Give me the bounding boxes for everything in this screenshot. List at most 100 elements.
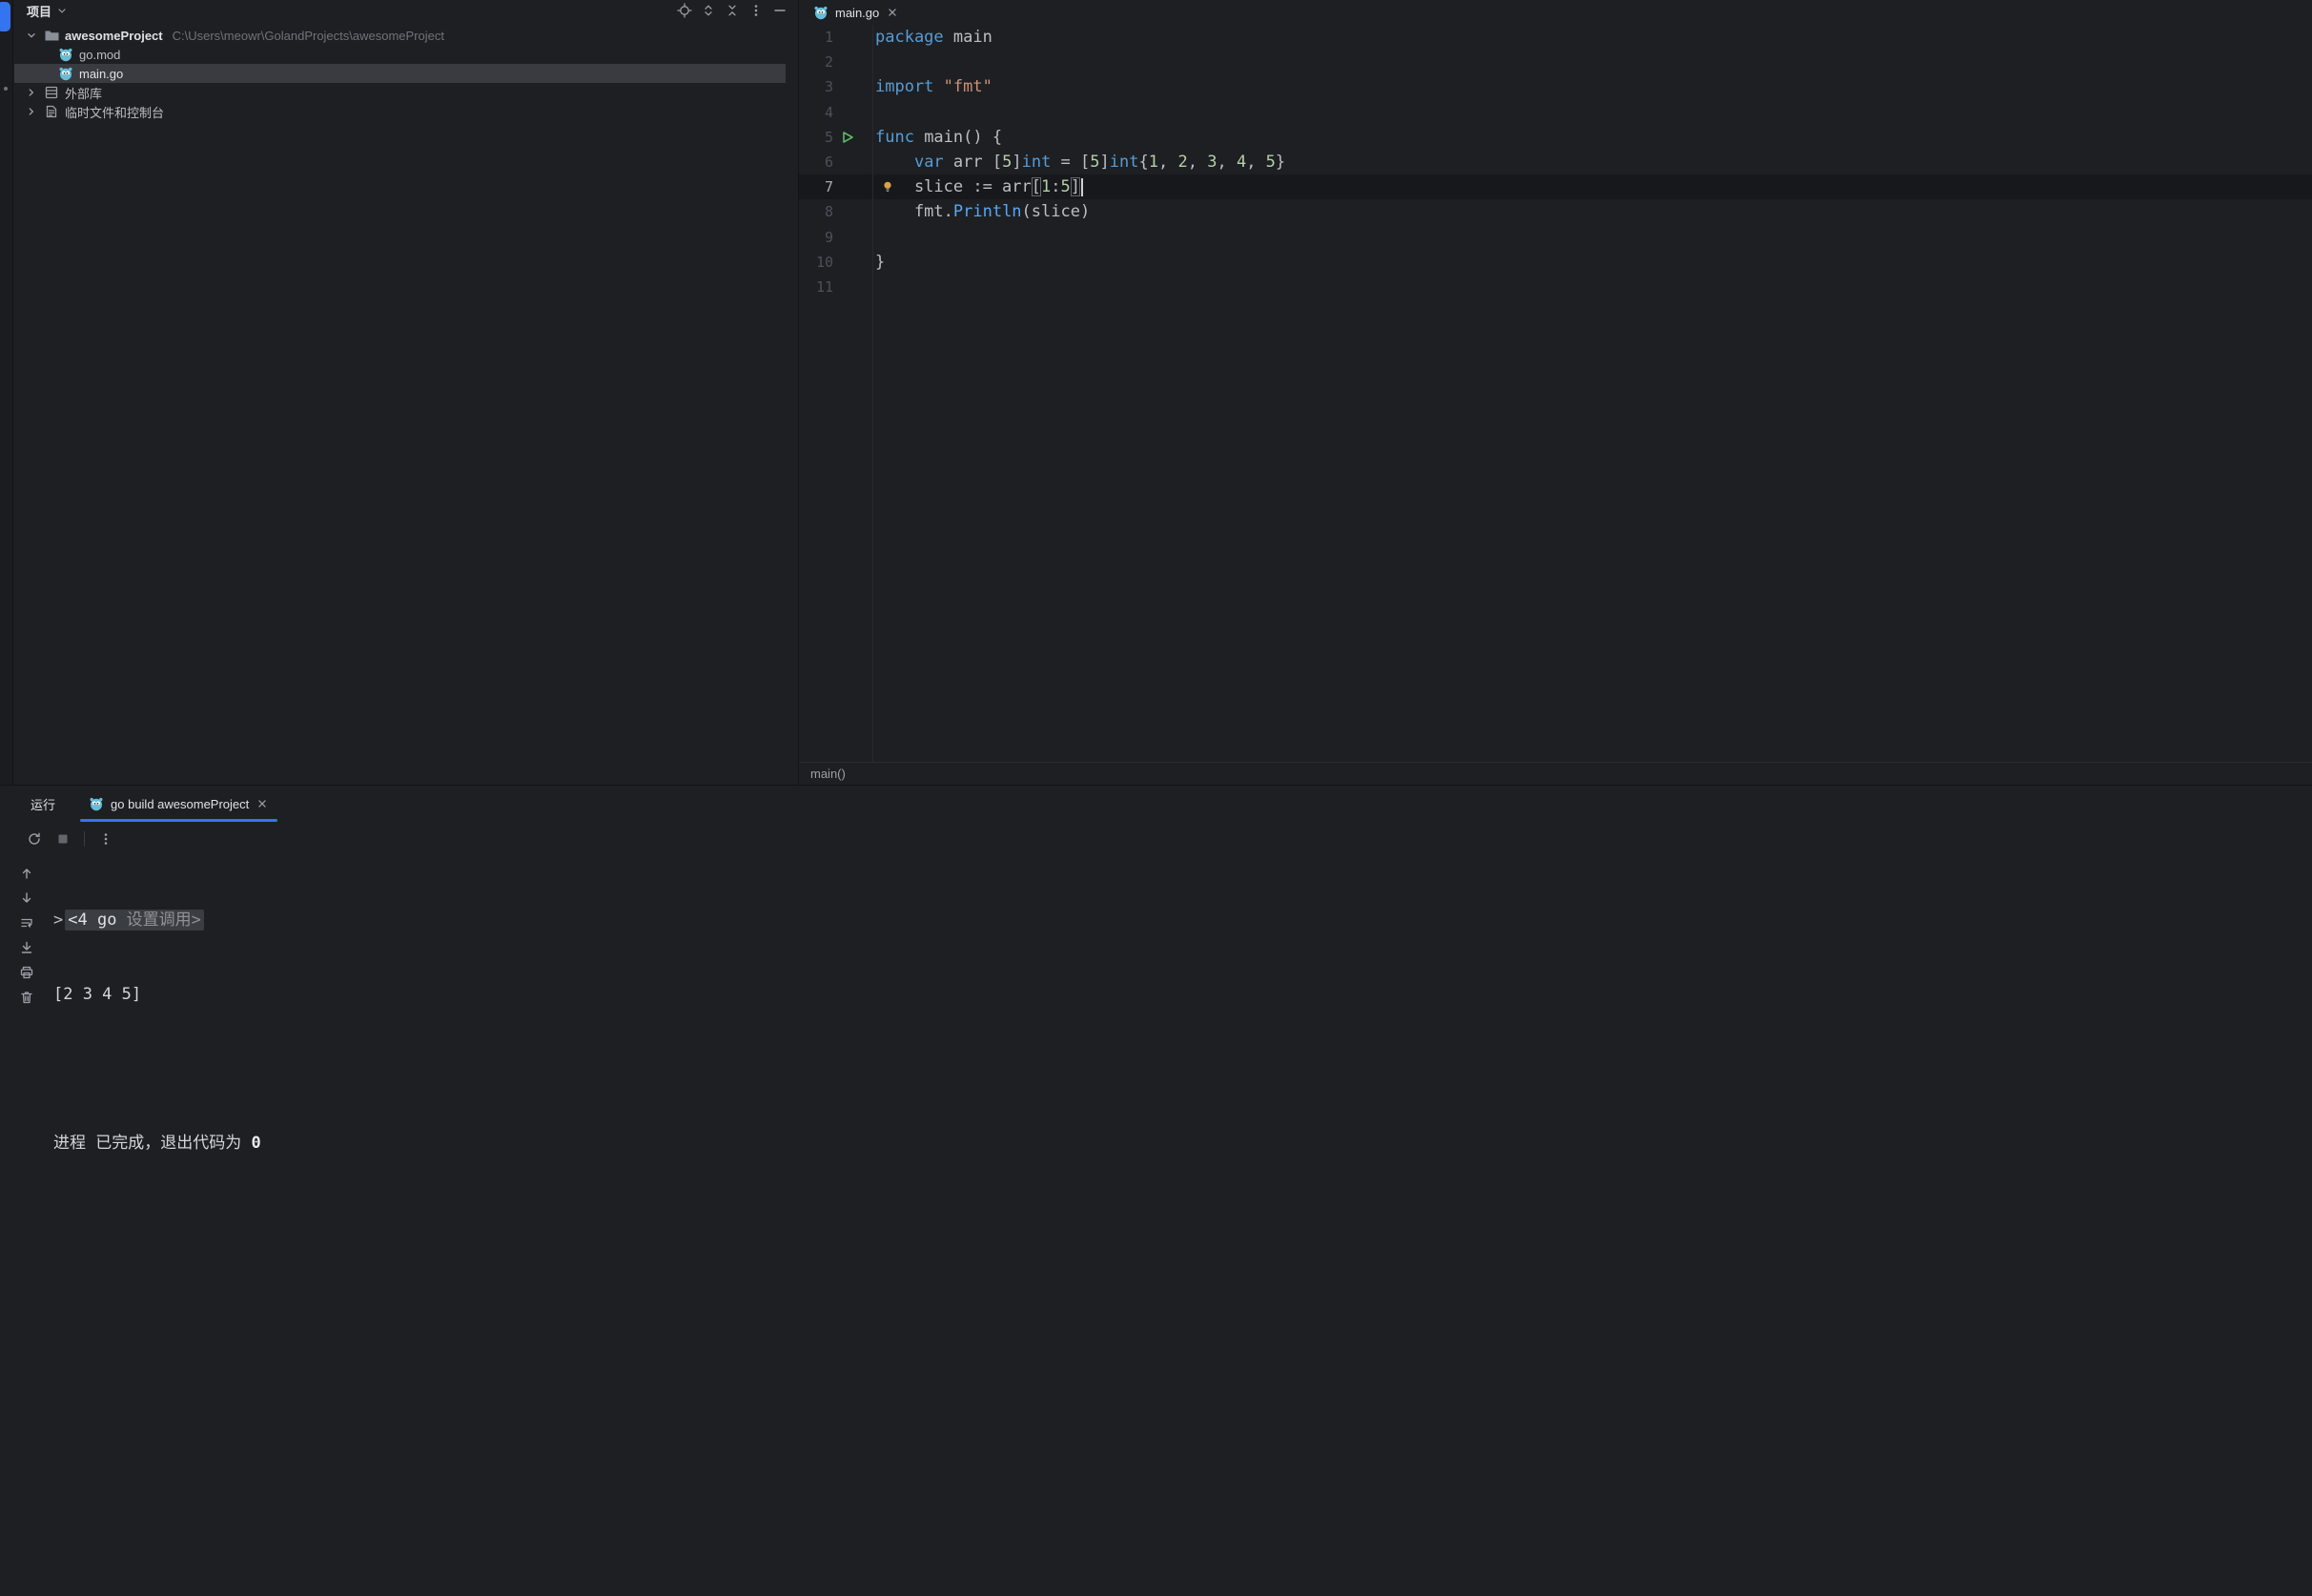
project-panel-title: 项目	[27, 2, 51, 20]
line-number[interactable]: 7	[799, 174, 833, 199]
library-icon	[44, 85, 59, 100]
console-toolbar	[0, 856, 53, 1596]
code-line-9[interactable]: 9	[799, 225, 2312, 250]
line-number[interactable]: 1	[799, 25, 833, 50]
console-command-line: ><4 go 设置调用>	[53, 908, 2312, 932]
tree-item-main-go[interactable]: main.go	[14, 64, 786, 83]
chevron-down-icon[interactable]	[25, 29, 38, 42]
project-tool-window: 项目 awesomeProject C:\Us	[14, 0, 797, 785]
line-number[interactable]: 6	[799, 150, 833, 174]
close-icon[interactable]	[886, 6, 899, 19]
active-toolwindow-indicator[interactable]	[0, 2, 10, 31]
project-panel-header: 项目	[14, 0, 797, 21]
toolbar-separator	[84, 831, 85, 847]
locate-file-icon[interactable]	[677, 3, 692, 18]
chevron-right-icon[interactable]	[25, 86, 38, 99]
code-line-3[interactable]: 3 import "fmt"	[799, 74, 2312, 99]
clear-console-icon[interactable]	[19, 990, 34, 1005]
node-label: 临时文件和控制台	[65, 103, 164, 121]
line-number[interactable]: 5	[799, 125, 833, 150]
line-number[interactable]: 4	[799, 100, 833, 125]
code-line-4[interactable]: 4	[799, 100, 2312, 125]
exit-code: 0	[251, 1134, 260, 1153]
tab-label: go build awesomeProject	[111, 797, 249, 811]
more-options-icon[interactable]	[98, 831, 113, 847]
editor-tab-bar: main.go	[799, 0, 2312, 25]
run-tab-row: 运行 go build awesomeProject	[0, 786, 2312, 822]
folder-icon	[44, 28, 59, 43]
code-editor[interactable]: 1 package main 23 import "fmt" 45 func main()…	[799, 25, 2312, 762]
line-number[interactable]: 10	[799, 250, 833, 275]
tree-item-scratches[interactable]: 临时文件和控制台	[14, 102, 797, 121]
go-file-icon	[58, 66, 73, 81]
expand-all-icon[interactable]	[701, 3, 716, 18]
tree-item-external-libraries[interactable]: 外部库	[14, 83, 797, 102]
editor: main.go 1 package main 23 import "fmt" 45 fun…	[798, 0, 2312, 785]
project-root-path: C:\Users\meowr\GolandProjects\awesomePro…	[173, 29, 444, 43]
tab-go-build[interactable]: go build awesomeProject	[78, 786, 279, 822]
run-panel-title: 运行	[31, 786, 55, 822]
tab-main-go[interactable]: main.go	[805, 0, 908, 25]
node-label: 外部库	[65, 84, 102, 102]
code-text: func main() {	[875, 125, 1002, 150]
project-root-name: awesomeProject	[65, 29, 163, 43]
chevron-right-icon[interactable]	[25, 105, 38, 118]
code-line-5[interactable]: 5 func main() {	[799, 125, 2312, 150]
tab-label: main.go	[835, 6, 879, 20]
code-text: package main	[875, 25, 992, 50]
console-exit-line: 进程 已完成，退出代码为 0	[53, 1131, 2312, 1156]
console-program-output: [2 3 4 5]	[53, 982, 2312, 1007]
gutter-separator	[872, 25, 873, 762]
code-text: var arr [5]int = [5]int{1, 2, 3, 4, 5}	[875, 150, 1285, 174]
line-number[interactable]: 2	[799, 50, 833, 74]
code-line-11[interactable]: 11	[799, 275, 2312, 299]
code-line-8[interactable]: 8 fmt.Println(slice)	[799, 199, 2312, 224]
code-text: }	[875, 250, 885, 275]
chevron-down-icon[interactable]	[56, 5, 68, 16]
code-line-10[interactable]: 10}	[799, 250, 2312, 275]
run-console: ><4 go 设置调用> [2 3 4 5] 进程 已完成，退出代码为 0	[0, 856, 2312, 1596]
code-text: import "fmt"	[875, 74, 992, 99]
hide-panel-icon[interactable]	[772, 3, 788, 18]
go-file-icon	[58, 47, 73, 62]
soft-wrap-icon[interactable]	[19, 915, 34, 931]
code-lines: 1 package main 23 import "fmt" 45 func main()…	[799, 25, 2312, 299]
line-number[interactable]: 9	[799, 225, 833, 250]
scroll-to-end-icon[interactable]	[19, 940, 34, 955]
console-prompt: >	[53, 911, 63, 930]
rerun-icon[interactable]	[27, 831, 42, 847]
line-number[interactable]: 8	[799, 199, 833, 224]
text-caret	[1081, 178, 1083, 196]
run-toolbar	[0, 822, 2312, 856]
line-number[interactable]: 11	[799, 275, 833, 299]
code-line-7[interactable]: 7 slice := arr[1:5]	[799, 174, 2312, 199]
close-icon[interactable]	[256, 797, 269, 810]
print-icon[interactable]	[19, 965, 34, 980]
tree-item-go-mod[interactable]: go.mod	[14, 45, 797, 64]
file-name: main.go	[79, 67, 123, 81]
console-blank-line	[53, 1056, 2312, 1081]
console-output[interactable]: ><4 go 设置调用> [2 3 4 5] 进程 已完成，退出代码为 0	[53, 856, 2312, 1596]
breadcrumb-bar: main()	[799, 762, 2312, 785]
toolwindow-dot	[4, 87, 8, 91]
stop-icon[interactable]	[55, 831, 71, 847]
run-icon[interactable]	[841, 131, 854, 144]
code-text: slice := arr[1:5]	[875, 174, 1083, 199]
activity-bar	[0, 0, 13, 785]
code-line-1[interactable]: 1 package main	[799, 25, 2312, 50]
line-number[interactable]: 3	[799, 74, 833, 99]
more-options-icon[interactable]	[748, 3, 764, 18]
project-tree: awesomeProject C:\Users\meowr\GolandProj…	[14, 26, 797, 121]
collapse-all-icon[interactable]	[725, 3, 740, 18]
down-stack-trace-icon[interactable]	[19, 890, 34, 906]
console-command[interactable]: <4 go 设置调用>	[65, 910, 204, 931]
code-line-2[interactable]: 2	[799, 50, 2312, 74]
go-file-icon	[89, 796, 104, 811]
up-stack-trace-icon[interactable]	[19, 866, 34, 881]
run-tool-window: 运行 go build awesomeProject	[0, 785, 2312, 1596]
file-name: go.mod	[79, 48, 120, 62]
code-line-6[interactable]: 6 var arr [5]int = [5]int{1, 2, 3, 4, 5}	[799, 150, 2312, 174]
tree-item-project-root[interactable]: awesomeProject C:\Users\meowr\GolandProj…	[14, 26, 797, 45]
breadcrumb[interactable]: main()	[810, 767, 846, 781]
go-file-icon	[813, 5, 829, 20]
